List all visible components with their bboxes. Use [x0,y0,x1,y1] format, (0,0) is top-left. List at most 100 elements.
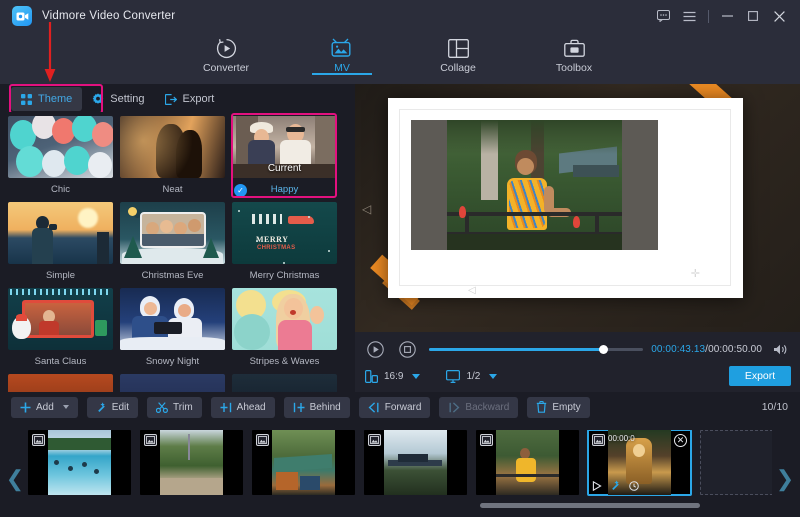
theme-grid-panel[interactable]: Chic Neat [0,112,355,392]
theme-thumbnail [120,288,225,350]
chevron-down-icon[interactable] [489,374,497,379]
theme-name: Snowy Night [120,350,225,368]
time-display: 00:00:43.13/00:00:50.00 [651,344,762,355]
insert-behind-icon [293,402,305,413]
aspect-ratio-value: 16:9 [384,371,403,382]
clip-thumbnail [48,430,111,495]
ahead-button[interactable]: Ahead [211,397,275,418]
image-icon [592,434,605,446]
theme-card-extra-1[interactable] [8,374,113,392]
seek-bar[interactable] [429,339,643,359]
aspect-ratio-control[interactable]: 16:9 [365,370,420,383]
timeline-clip[interactable] [476,430,579,495]
theme-thumbnail: MERRY CHRISTMAS [232,202,337,264]
close-circle-icon[interactable]: ✕ [674,434,687,447]
backward-button[interactable]: Backward [439,397,518,418]
theme-card-simple[interactable]: Simple [8,202,113,282]
collage-icon [448,37,469,59]
behind-button[interactable]: Behind [284,397,350,418]
app-title: Vidmore Video Converter [42,10,175,22]
timeline-clip[interactable] [28,430,131,495]
subtab-export[interactable]: Export [155,87,225,111]
clip-count: 10/10 [762,401,788,413]
timeline-clip[interactable] [364,430,467,495]
theme-name: Simple [8,264,113,282]
screen-icon [446,370,460,383]
subtab-theme-label: Theme [38,93,72,105]
tab-collage[interactable]: Collage [420,32,496,74]
theme-card-happy[interactable]: Current ✓ Happy [232,116,337,196]
theme-thumbnail [120,116,225,178]
scissors-icon [156,402,168,413]
empty-button[interactable]: Empty [527,397,589,418]
subtab-theme[interactable]: Theme [11,87,82,111]
timeline-clip-selected[interactable]: 00:00:0 ✕ [588,430,691,495]
screen-split-value: 1/2 [466,371,480,382]
player-controls: 00:00:43.13/00:00:50.00 16:9 1/2 [355,332,800,392]
volume-icon[interactable] [768,337,792,361]
theme-card-neat[interactable]: Neat [120,116,225,196]
gear-icon [92,93,104,105]
theme-card-snowy-night[interactable]: Snowy Night [120,288,225,368]
title-bar: Vidmore Video Converter [0,0,800,32]
clip-thumbnail [496,430,559,495]
timeline-clip[interactable] [140,430,243,495]
play-triangle-icon[interactable] [592,481,602,491]
subtab-setting[interactable]: Setting [82,87,154,111]
menu-icon[interactable] [676,0,702,32]
preview-video-frame [447,120,622,250]
aspect-ratio-icon [365,370,378,383]
play-circle-icon[interactable] [363,337,387,361]
backward-button-label: Backward [465,402,509,413]
timeline-scrollbar-thumb[interactable] [480,503,700,508]
seek-handle[interactable] [599,345,608,354]
preview-inner-prev-icon[interactable]: ◁ [468,285,476,296]
video-preview[interactable]: ◁ ✛ ◁ [355,84,800,332]
add-button[interactable]: Add [11,397,78,418]
preview-prev-icon[interactable]: ◁ [362,202,371,216]
edit-button[interactable]: Edit [87,397,138,418]
export-button[interactable]: Export [729,366,791,386]
timeline-next-button[interactable]: ❯ [776,464,794,494]
timeline-clip[interactable] [252,430,355,495]
timeline-prev-button[interactable]: ❮ [6,464,24,494]
tab-converter[interactable]: Converter [188,32,264,74]
theme-thumbnail [120,374,225,392]
stop-circle-icon[interactable] [395,337,419,361]
chevron-down-icon[interactable] [412,374,420,379]
tab-toolbox[interactable]: Toolbox [536,32,612,74]
theme-card-santa-claus[interactable]: Santa Claus [8,288,113,368]
tab-collage-label: Collage [440,62,476,74]
theme-card-extra-3[interactable] [232,374,337,392]
feedback-icon[interactable] [650,0,676,32]
mv-subtabs: Theme Setting Export [0,84,355,114]
theme-thumbnail: Current [232,116,337,178]
theme-card-extra-2[interactable] [120,374,225,392]
magic-wand-icon [96,402,107,413]
close-icon[interactable] [766,0,792,32]
timeline-strip[interactable]: 00:00:0 ✕ [28,430,772,500]
tab-converter-label: Converter [203,62,249,74]
forward-button[interactable]: Forward [359,397,431,418]
maximize-icon[interactable] [740,0,766,32]
preview-video-surface [411,120,658,250]
theme-card-merry-christmas[interactable]: MERRY CHRISTMAS Merry Christmas [232,202,337,282]
theme-card-chic[interactable]: Chic [8,116,113,196]
screen-split-control[interactable]: 1/2 [446,370,497,383]
chevron-down-icon[interactable] [63,405,69,409]
theme-card-stripes-waves[interactable]: Stripes & Waves [232,288,337,368]
magic-wand-icon[interactable] [610,480,621,491]
trim-button[interactable]: Trim [147,397,202,418]
clip-thumbnail [160,430,223,495]
preview-add-icon[interactable]: ✛ [691,267,700,280]
theme-name: Happy [232,178,337,196]
clock-icon[interactable] [629,481,639,491]
tab-mv[interactable]: MV [304,32,380,74]
timeline-add-placeholder[interactable] [700,430,772,495]
theme-card-christmas-eve[interactable]: Christmas Eve [120,202,225,282]
minimize-icon[interactable] [714,0,740,32]
clip-toolbar: Add Edit Trim Ahead Behind [0,392,800,422]
theme-selected-check-icon: ✓ [234,184,247,197]
image-icon [144,434,157,446]
theme-thumbnail [232,288,337,350]
